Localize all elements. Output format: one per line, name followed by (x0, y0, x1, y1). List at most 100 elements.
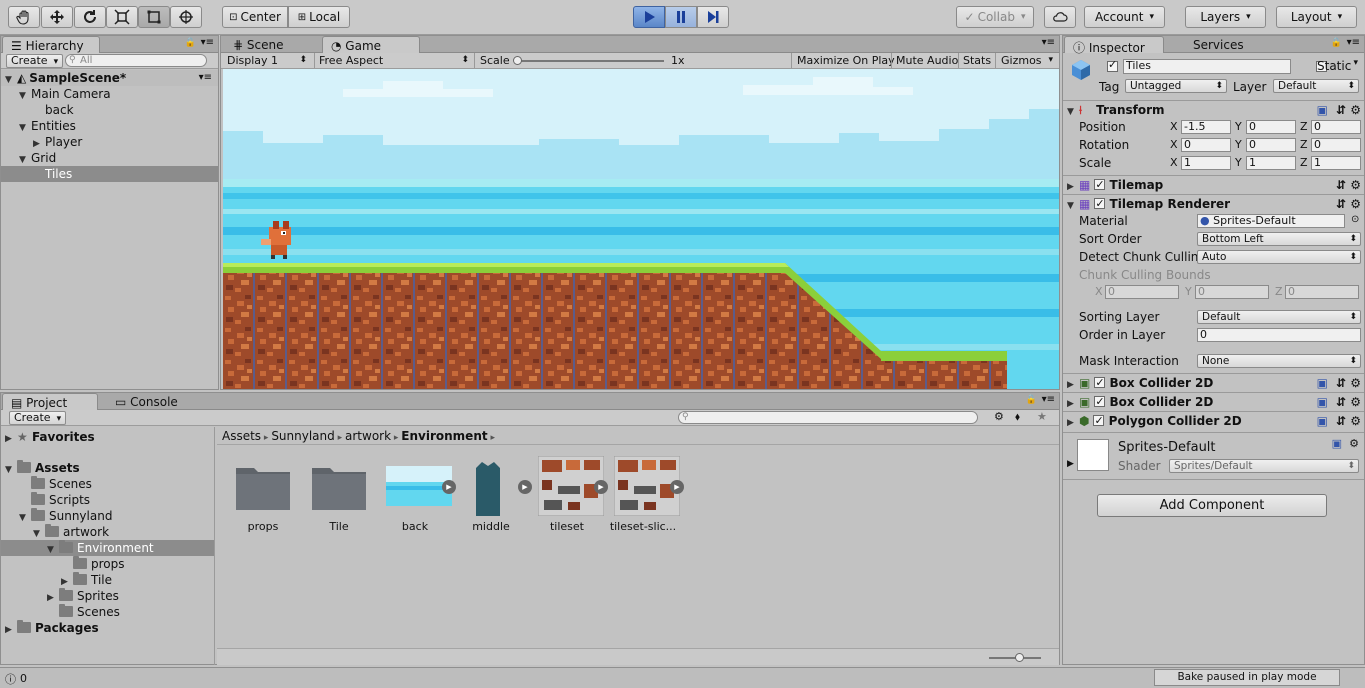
project-tree-item[interactable]: ▼ Environment (1, 540, 214, 556)
play-button[interactable] (633, 6, 665, 28)
asset-item[interactable]: ▶ tileset-slic... (608, 455, 684, 533)
hierarchy-item[interactable]: Tiles (1, 166, 218, 182)
maximize-on-play-toggle[interactable]: Maximize On Play (797, 54, 895, 67)
hierarchy-item[interactable]: ▶ Player (1, 134, 218, 150)
project-tree-item[interactable]: Scripts (1, 492, 214, 508)
display-dropdown[interactable]: Display 1 ⬍ (227, 54, 311, 67)
project-tree-item[interactable]: Scenes (1, 604, 214, 620)
services-tab[interactable]: Services (1185, 36, 1252, 53)
object-name-field[interactable]: Tiles (1123, 59, 1291, 74)
scene-header[interactable]: ▼ ◭ SampleScene* ▾≡ (1, 70, 218, 86)
active-checkbox[interactable] (1107, 58, 1118, 72)
breadcrumb-item[interactable]: Assets (222, 429, 261, 443)
expand-arrow-icon[interactable]: ▶ (5, 622, 17, 638)
cloud-button[interactable] (1044, 6, 1076, 28)
tilemap-header[interactable]: ▶▦ Tilemap ⇵ ⚙ (1063, 175, 1364, 194)
layers-dropdown[interactable]: Layers (1185, 6, 1266, 28)
add-component-button[interactable]: Add Component (1097, 494, 1327, 517)
rotation-z-field[interactable]: 0 (1311, 138, 1361, 152)
tilemap-renderer-header[interactable]: ▼▦ Tilemap Renderer ⇵ ⚙ (1063, 194, 1364, 213)
rect-tool-icon[interactable] (138, 6, 170, 28)
help-icon[interactable]: ▣ (1332, 437, 1342, 450)
icon-size-slider-handle[interactable] (1015, 653, 1024, 662)
asset-item[interactable]: Tile (304, 456, 374, 533)
hierarchy-search-input[interactable]: ⚲ All (65, 54, 207, 67)
project-tree-item[interactable]: Scenes (1, 476, 214, 492)
project-tree-item[interactable]: ▶ Packages (1, 620, 214, 636)
game-tab[interactable]: ◔ Game (322, 36, 420, 53)
filter-label-icon[interactable]: ⬧ (1015, 410, 1020, 424)
sorting-layer-dropdown[interactable]: Default (1197, 310, 1361, 324)
scale-z-field[interactable]: 1 (1311, 156, 1361, 170)
project-search-input[interactable]: ⚲ (678, 411, 978, 424)
gear-icon[interactable]: ⚙ (1350, 176, 1361, 194)
asset-item[interactable]: ▶ back (380, 456, 456, 533)
pivot-local-button[interactable]: ⊞ Local (288, 6, 350, 28)
static-dropdown-icon[interactable]: ▾ (1353, 58, 1358, 68)
game-viewport[interactable] (223, 69, 1059, 389)
project-tree-item[interactable]: ▼ artwork (1, 524, 214, 540)
rotate-tool-icon[interactable] (74, 6, 106, 28)
expand-sprite-icon[interactable]: ▶ (594, 480, 608, 494)
transform-header[interactable]: ▼ ⟊ Transform ▣ ⇵ ⚙ (1063, 100, 1364, 119)
material-field[interactable]: ● Sprites-Default (1197, 214, 1345, 228)
gear-icon[interactable]: ⚙ (1350, 393, 1361, 411)
account-dropdown[interactable]: Account (1084, 6, 1165, 28)
hierarchy-item[interactable]: ▼ Entities (1, 118, 218, 134)
gear-icon[interactable]: ⚙ (1350, 374, 1361, 392)
favorites-item[interactable]: ▶ ★ Favorites (1, 429, 214, 445)
mask-interaction-dropdown[interactable]: None (1197, 354, 1361, 368)
box-collider-1-header[interactable]: ▶▣ Box Collider 2D ▣ ⇵ ⚙ (1063, 373, 1364, 392)
scene-menu-icon[interactable]: ▾≡ (199, 70, 212, 86)
preset-icon[interactable]: ⇵ (1336, 176, 1346, 194)
scale-tool-icon[interactable] (106, 6, 138, 28)
help-icon[interactable]: ▣ (1317, 412, 1328, 430)
help-icon[interactable]: ▣ (1317, 374, 1328, 392)
breadcrumb-item[interactable]: Environment (401, 429, 487, 443)
aspect-dropdown[interactable]: Free Aspect ⬍ (319, 54, 471, 67)
rotation-y-field[interactable]: 0 (1246, 138, 1296, 152)
scale-slider[interactable] (516, 60, 664, 62)
lock-icon[interactable]: 🔒 (1026, 395, 1037, 405)
gear-icon[interactable]: ⚙ (1350, 412, 1361, 430)
project-tab[interactable]: ▤ Project (2, 393, 98, 410)
panel-menu-icon[interactable]: ▾≡ (1042, 37, 1055, 48)
project-tree-item[interactable]: ▼ Assets (1, 460, 214, 476)
preset-icon[interactable]: ⇵ (1336, 101, 1346, 119)
hierarchy-create-button[interactable]: Create (6, 54, 64, 68)
tilemap-enabled-checkbox[interactable] (1094, 176, 1106, 194)
position-y-field[interactable]: 0 (1246, 120, 1296, 134)
console-tab[interactable]: ▭ Console (107, 393, 186, 410)
panel-menu-icon[interactable]: ▾≡ (201, 37, 214, 48)
gear-icon[interactable]: ⚙ (1350, 101, 1361, 119)
preset-icon[interactable]: ⇵ (1336, 412, 1346, 430)
tag-dropdown[interactable]: Untagged (1125, 79, 1227, 93)
expand-sprite-icon[interactable]: ▶ (442, 480, 456, 494)
layer-dropdown[interactable]: Default (1273, 79, 1359, 93)
mute-audio-toggle[interactable]: Mute Audio (896, 54, 958, 67)
panel-menu-icon[interactable]: ▾≡ (1347, 37, 1360, 48)
asset-item[interactable]: ▶ middle (456, 456, 532, 533)
hierarchy-tab[interactable]: ☰ Hierarchy (2, 36, 100, 53)
expand-sprite-icon[interactable]: ▶ (670, 480, 684, 494)
panel-menu-icon[interactable]: ▾≡ (1042, 394, 1055, 405)
shader-dropdown[interactable]: Sprites/Default (1169, 459, 1359, 473)
transform-tool-icon[interactable] (170, 6, 202, 28)
preset-icon[interactable]: ⇵ (1336, 195, 1346, 213)
position-x-field[interactable]: -1.5 (1181, 120, 1231, 134)
order-in-layer-field[interactable]: 0 (1197, 328, 1361, 342)
favorite-star-icon[interactable]: ★ (1037, 410, 1047, 423)
box-collider-2-header[interactable]: ▶▣ Box Collider 2D ▣ ⇵ ⚙ (1063, 392, 1364, 411)
hierarchy-item[interactable]: back (1, 102, 218, 118)
lock-icon[interactable]: 🔒 (185, 38, 196, 48)
box-collider-2-enabled-checkbox[interactable] (1094, 393, 1106, 411)
help-icon[interactable]: ▣ (1317, 101, 1328, 119)
inspector-tab[interactable]: ⓘ Inspector (1064, 36, 1164, 55)
breadcrumb-item[interactable]: Sunnyland (271, 429, 334, 443)
expand-sprite-icon[interactable]: ▶ (518, 480, 532, 494)
preset-icon[interactable]: ⇵ (1336, 393, 1346, 411)
asset-item[interactable]: props (228, 456, 298, 533)
scale-y-field[interactable]: 1 (1246, 156, 1296, 170)
object-picker-icon[interactable]: ⊙ (1351, 214, 1359, 225)
polygon-collider-enabled-checkbox[interactable] (1093, 412, 1105, 430)
